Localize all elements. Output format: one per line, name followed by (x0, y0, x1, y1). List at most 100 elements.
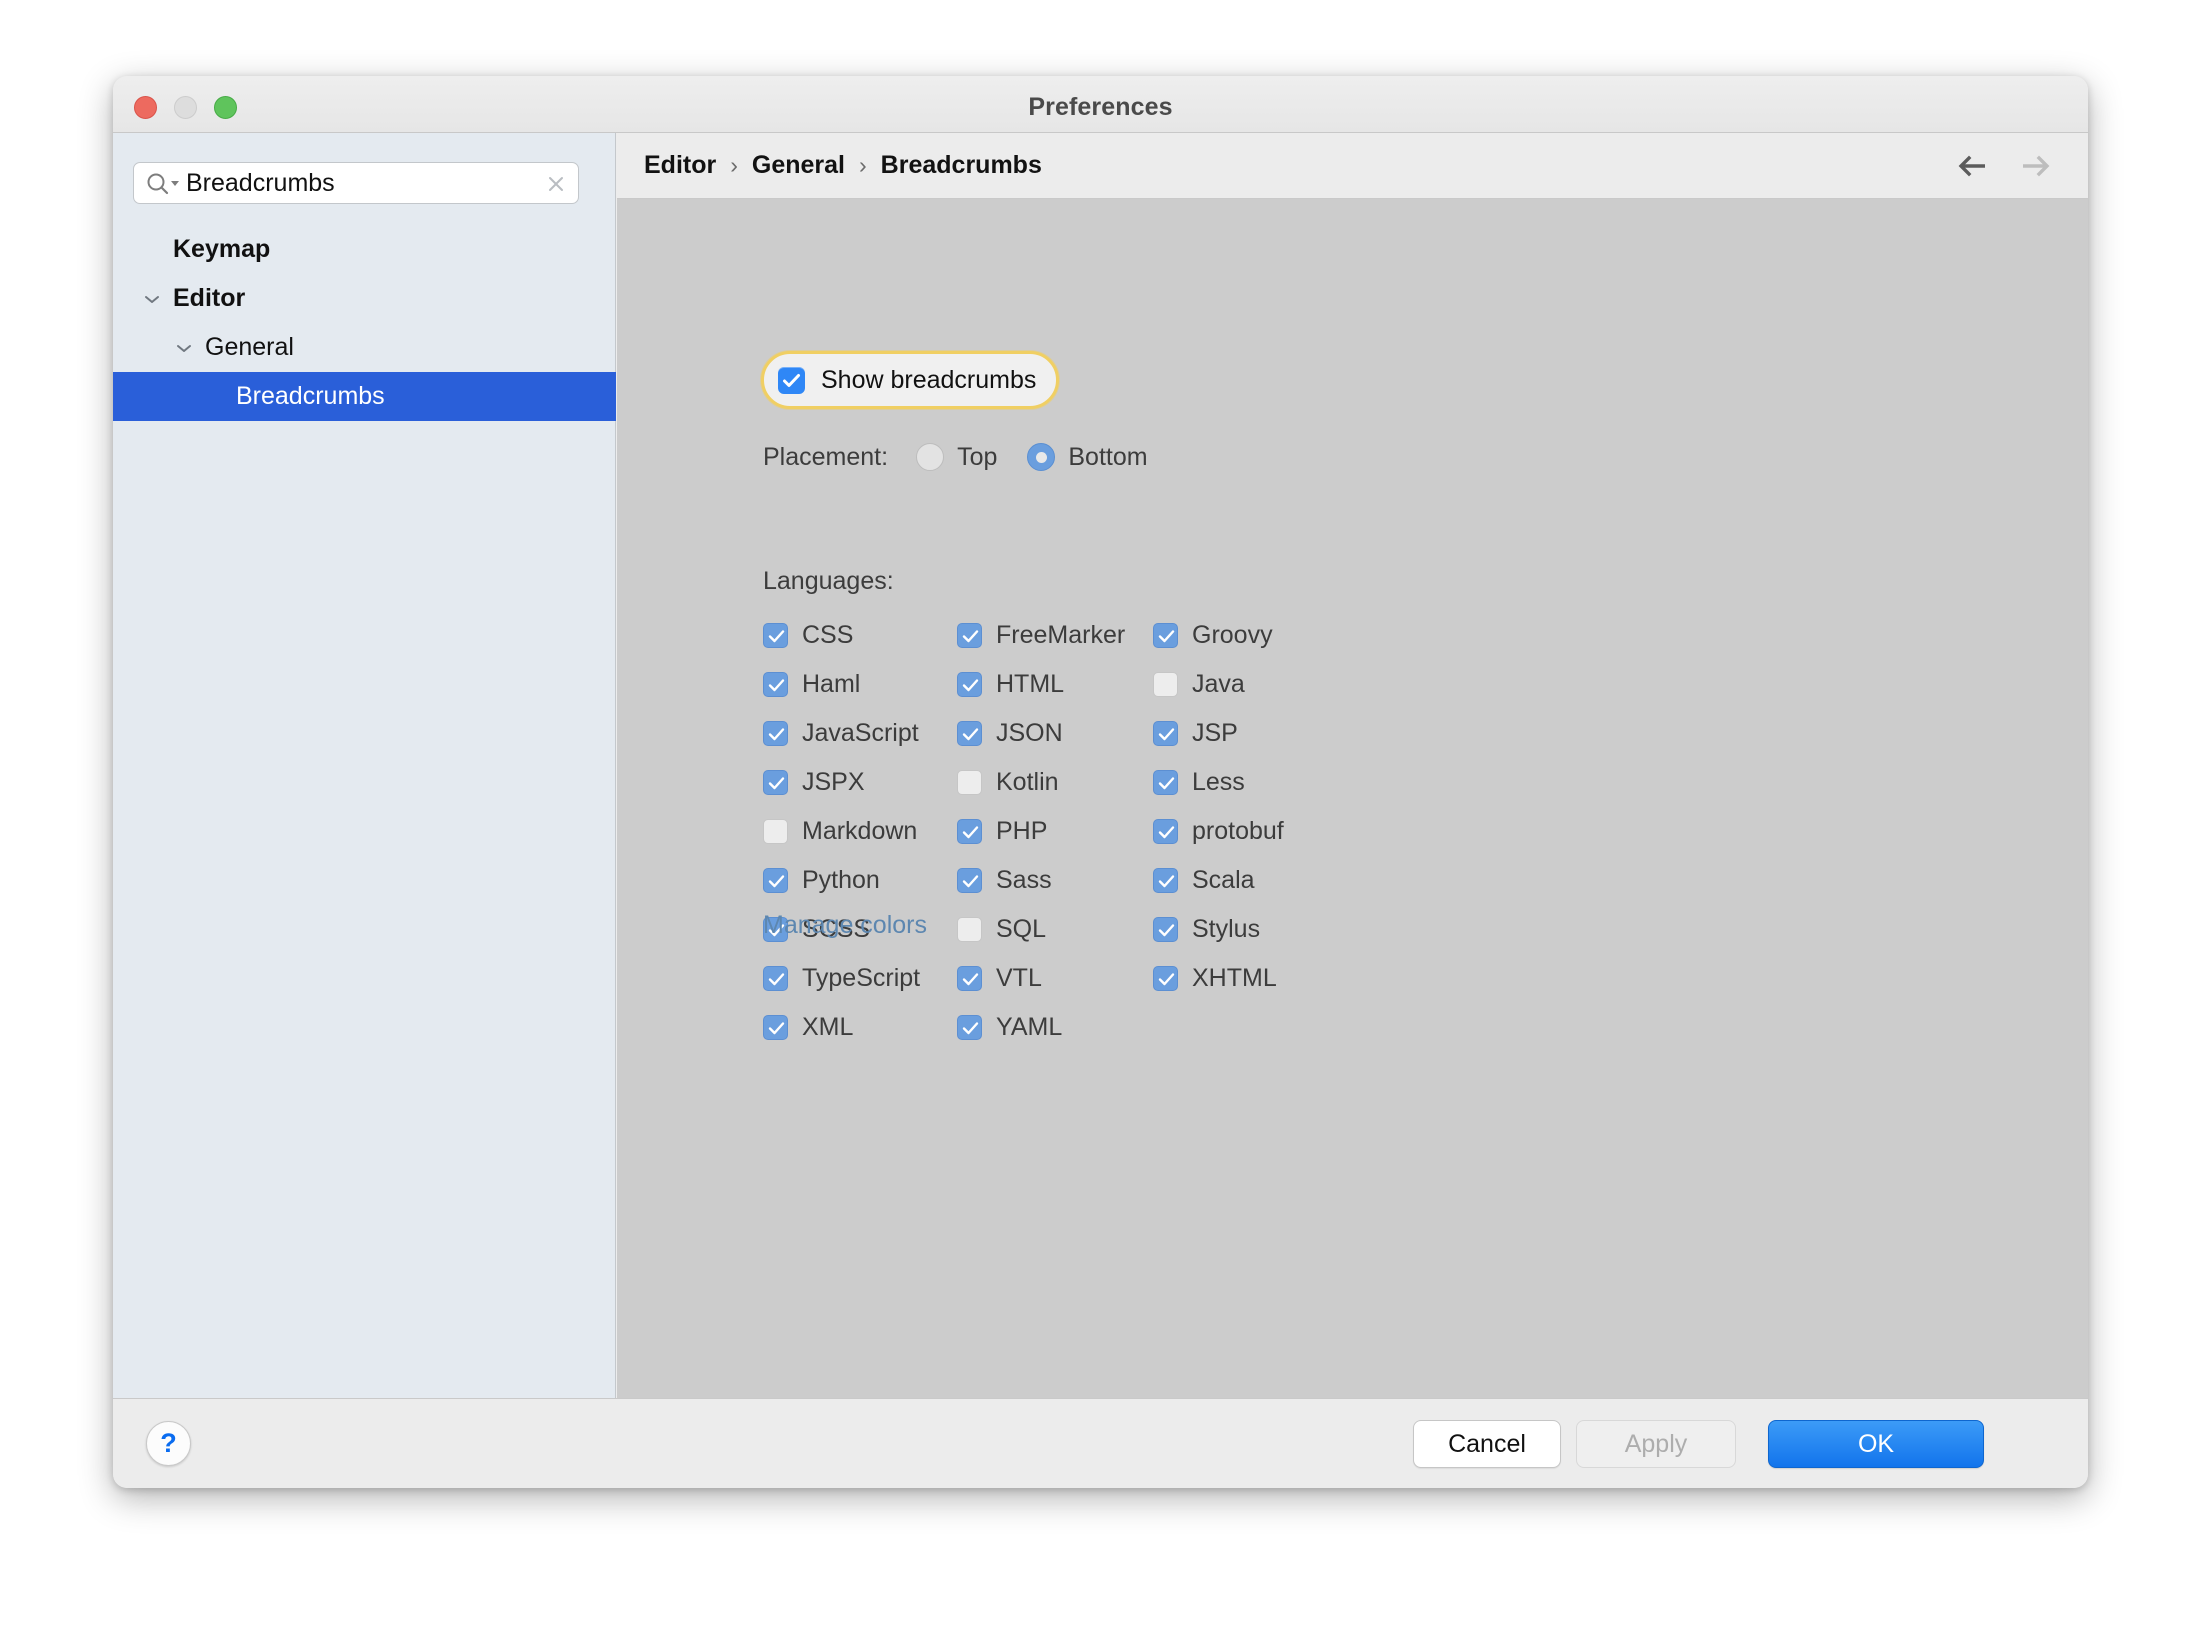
ok-button[interactable]: OK (1768, 1420, 1984, 1468)
apply-button: Apply (1576, 1420, 1736, 1468)
language-checkbox-css[interactable]: CSS (763, 621, 957, 650)
language-checkbox-vtl[interactable]: VTL (957, 964, 1153, 993)
language-checkbox-sql[interactable]: SQL (957, 915, 1153, 944)
language-checkbox-sass[interactable]: Sass (957, 866, 1153, 895)
settings-sidebar: Keymap Editor (113, 133, 616, 1398)
arrow-left-icon[interactable] (1956, 154, 1990, 178)
checkbox-checked-icon (763, 721, 788, 746)
language-label: YAML (996, 1013, 1063, 1041)
languages-label: Languages: (763, 567, 894, 595)
breadcrumbs-settings-pane: Show breadcrumbs Placement: Top Bottom L… (617, 199, 2088, 1398)
language-checkbox-markdown[interactable]: Markdown (763, 817, 957, 846)
sidebar-item-general[interactable]: General (113, 323, 616, 372)
language-label: JSPX (802, 768, 865, 796)
language-checkbox-python[interactable]: Python (763, 866, 957, 895)
breadcrumb-bar: Editor › General › Breadcrumbs (617, 133, 2088, 199)
language-checkbox-json[interactable]: JSON (957, 719, 1153, 748)
language-checkbox-jspx[interactable]: JSPX (763, 768, 957, 797)
chevron-down-icon[interactable] (139, 274, 165, 323)
language-checkbox-stylus[interactable]: Stylus (1153, 915, 1453, 944)
navigation-arrows (1956, 133, 2052, 198)
language-checkbox-protobuf[interactable]: protobuf (1153, 817, 1453, 846)
language-label: TypeScript (802, 964, 921, 992)
language-checkbox-less[interactable]: Less (1153, 768, 1453, 797)
language-label: Stylus (1192, 915, 1261, 943)
cancel-button[interactable]: Cancel (1413, 1420, 1561, 1468)
language-label: Groovy (1192, 621, 1273, 649)
sidebar-item-label: General (205, 333, 294, 361)
language-checkbox-groovy[interactable]: Groovy (1153, 621, 1453, 650)
language-label: HTML (996, 670, 1065, 698)
checkbox-checked-icon (1153, 623, 1178, 648)
checkbox-checked-icon (957, 623, 982, 648)
language-checkbox-xhtml[interactable]: XHTML (1153, 964, 1453, 993)
language-checkbox-xml[interactable]: XML (763, 1013, 957, 1042)
clear-icon[interactable] (544, 172, 568, 196)
language-checkbox-freemarker[interactable]: FreeMarker (957, 621, 1153, 650)
search-input[interactable] (186, 163, 516, 203)
checkbox-checked-icon (1153, 770, 1178, 795)
language-label: Java (1192, 670, 1245, 698)
checkbox-checked-icon (957, 672, 982, 697)
show-breadcrumbs-checkbox[interactable]: Show breadcrumbs (761, 351, 1060, 409)
breadcrumb-item-breadcrumbs: Breadcrumbs (880, 151, 1042, 179)
search-field[interactable] (133, 162, 579, 204)
sidebar-item-label: Editor (173, 284, 246, 312)
checkbox-checked-icon (763, 1015, 788, 1040)
window-title: Preferences (1028, 93, 1173, 121)
languages-row: TypeScript VTL XHTML (763, 954, 1763, 1003)
sidebar-item-label: Breadcrumbs (236, 382, 385, 410)
checkbox-checked-icon (1153, 868, 1178, 893)
checkbox-checked-icon (763, 672, 788, 697)
manage-colors-link[interactable]: Manage colors (763, 911, 927, 940)
language-label: Haml (802, 670, 861, 698)
language-label: Markdown (802, 817, 918, 845)
placement-top-label: Top (957, 442, 998, 471)
breadcrumb-item-editor[interactable]: Editor (644, 151, 716, 180)
language-label: CSS (802, 621, 854, 649)
search-icon[interactable] (145, 172, 183, 196)
language-checkbox-haml[interactable]: Haml (763, 670, 957, 699)
checkbox-checked-icon (957, 868, 982, 893)
radio-unselected-icon (916, 443, 945, 471)
language-checkbox-html[interactable]: HTML (957, 670, 1153, 699)
languages-row: XML YAML (763, 1003, 1763, 1052)
checkbox-unchecked-icon (763, 819, 788, 844)
language-checkbox-jsp[interactable]: JSP (1153, 719, 1453, 748)
language-label: PHP (996, 817, 1048, 845)
language-checkbox-typescript[interactable]: TypeScript (763, 964, 957, 993)
language-checkbox-javascript[interactable]: JavaScript (763, 719, 957, 748)
checkbox-checked-icon (957, 721, 982, 746)
placement-radio-top[interactable]: Top (916, 443, 997, 472)
language-label: Scala (1192, 866, 1255, 894)
languages-row: Python Sass Scala (763, 856, 1763, 905)
language-checkbox-java[interactable]: Java (1153, 670, 1453, 699)
window-body: Keymap Editor (113, 133, 2088, 1398)
checkbox-checked-icon (957, 966, 982, 991)
language-label: protobuf (1192, 817, 1284, 845)
languages-row: Markdown PHP protobuf (763, 807, 1763, 856)
language-label: Kotlin (996, 768, 1059, 796)
language-label: JSON (996, 719, 1063, 747)
screen: Preferences Breadcrumbs Keymap Editor Ge… (0, 0, 2188, 1634)
sidebar-item-breadcrumbs[interactable]: Breadcrumbs (113, 372, 616, 421)
sidebar-item-keymap[interactable]: Keymap (113, 225, 616, 274)
help-button[interactable]: ? (146, 1421, 191, 1466)
language-checkbox-kotlin[interactable]: Kotlin (957, 768, 1153, 797)
placement-radio-bottom[interactable]: Bottom (1027, 443, 1148, 472)
language-checkbox-php[interactable]: PHP (957, 817, 1153, 846)
breadcrumb: Editor › General › Breadcrumbs (644, 133, 1042, 198)
checkbox-checked-icon (763, 623, 788, 648)
language-label: Less (1192, 768, 1245, 796)
languages-grid: CSS FreeMarker Groovy Haml HTML Java Jav… (763, 611, 1763, 1052)
checkbox-unchecked-icon (1153, 672, 1178, 697)
language-checkbox-yaml[interactable]: YAML (957, 1013, 1153, 1042)
sidebar-item-editor[interactable]: Editor (113, 274, 616, 323)
language-label: VTL (996, 964, 1042, 992)
breadcrumb-separator: › (859, 152, 867, 178)
chevron-down-icon[interactable] (171, 323, 197, 372)
breadcrumb-item-general[interactable]: General (752, 151, 845, 180)
window-titlebar: Preferences (113, 76, 2088, 133)
show-breadcrumbs-label: Show breadcrumbs (821, 365, 1037, 394)
language-checkbox-scala[interactable]: Scala (1153, 866, 1453, 895)
